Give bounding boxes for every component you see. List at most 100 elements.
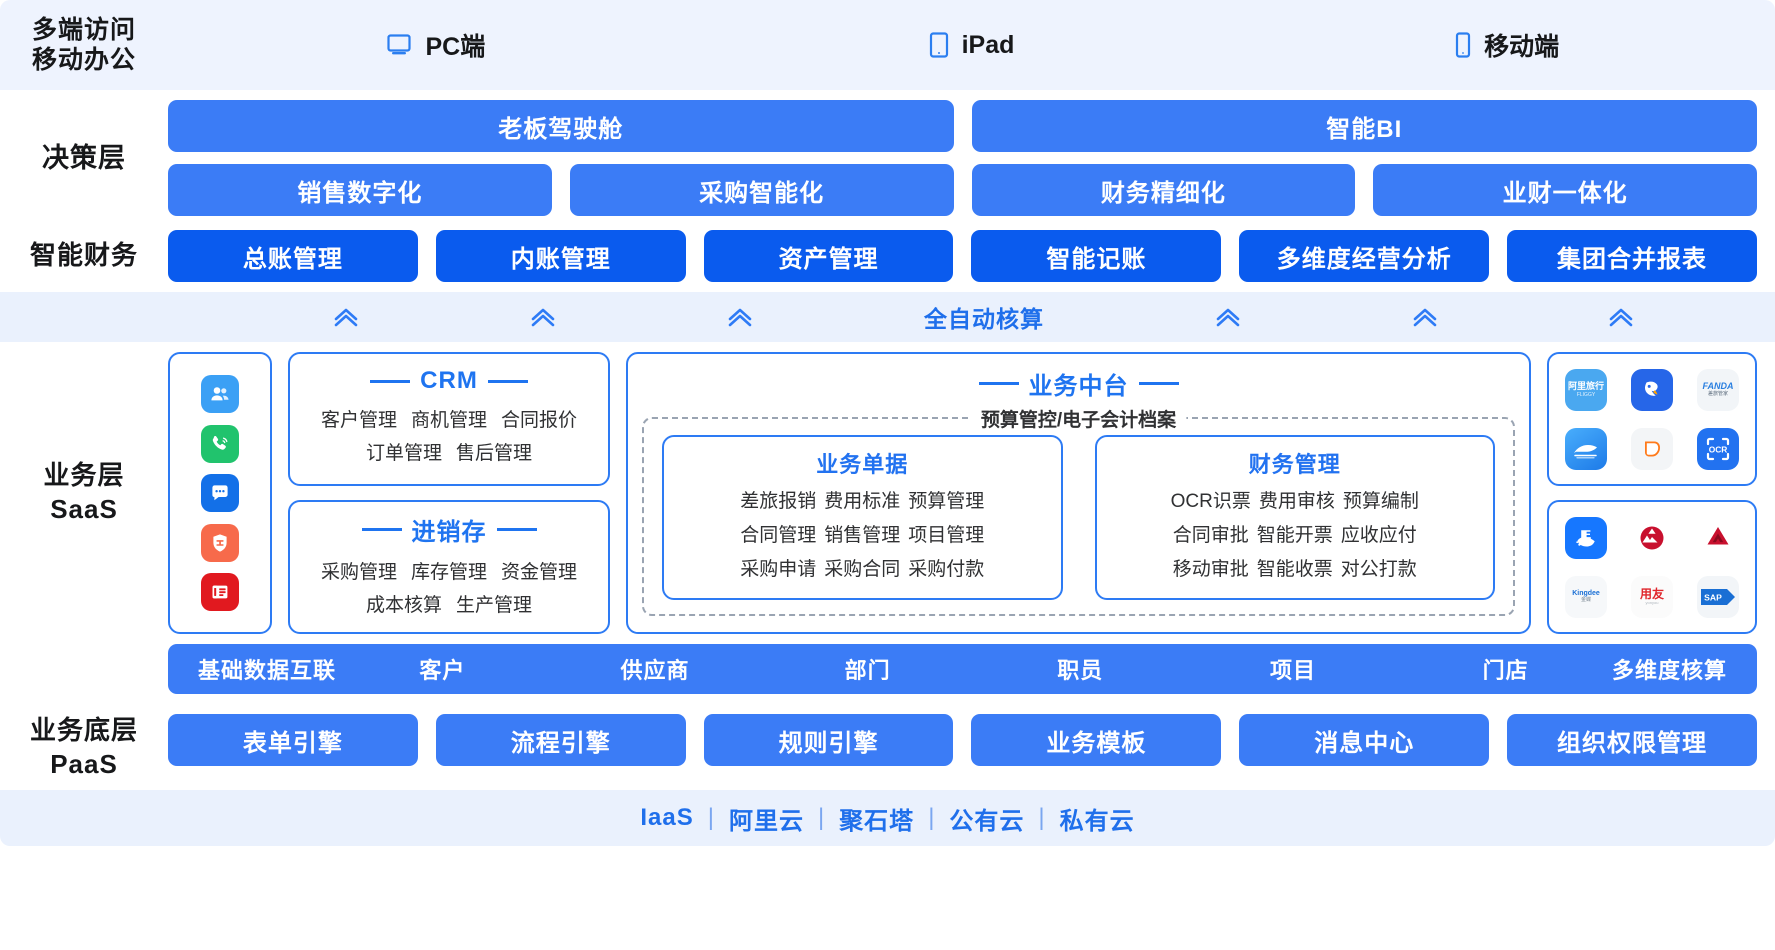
module-item[interactable]: 订单管理 [366, 443, 442, 464]
base-data-item-store[interactable]: 门店 [1399, 653, 1612, 685]
module-line: 成本核算 生产管理 [359, 590, 539, 623]
base-data-item-customer[interactable]: 客户 [336, 653, 549, 685]
shield-work-icon[interactable] [201, 523, 239, 562]
base-data-item-project[interactable]: 项目 [1187, 653, 1400, 685]
paas-card-message-center[interactable]: 消息中心 [1239, 714, 1490, 767]
finance-card-smart-bookkeeping[interactable]: 智能记账 [971, 230, 1222, 282]
iaas-item-private-cloud[interactable]: 私有云 [1060, 801, 1135, 836]
module-item[interactable]: 商机管理 [411, 410, 487, 431]
subcard-line: 采购申请 采购合同 采购付款 [736, 553, 988, 587]
subcard-item[interactable]: 销售管理 [824, 525, 900, 546]
chevron-up-icon [1412, 306, 1438, 328]
subcard-item[interactable]: 智能开票 [1257, 525, 1333, 546]
subcard-item[interactable]: 采购付款 [908, 559, 984, 580]
decision-card-business-finance-integration[interactable]: 业财一体化 [1373, 164, 1757, 216]
device-item-mobile[interactable]: 移动端 [1239, 27, 1775, 63]
iaas-item-public-cloud[interactable]: 公有云 [949, 801, 1024, 836]
footer-separator: | [1038, 804, 1046, 832]
decision-card-smart-bi[interactable]: 智能BI [971, 100, 1757, 152]
budget-archive-caption: 预算管控/电子会计档案 [970, 405, 1187, 432]
module-item[interactable]: 库存管理 [411, 562, 487, 583]
ctrip-logo[interactable] [1631, 368, 1673, 411]
alitrip-logo-text: 阿里旅行 [1567, 380, 1604, 391]
iaas-item-jushita[interactable]: 聚石塔 [839, 801, 914, 836]
ocr-logo[interactable]: OCR [1697, 427, 1739, 470]
base-data-item-multidim-accounting[interactable]: 多维度核算 [1612, 653, 1727, 685]
module-item[interactable]: 客户管理 [321, 410, 397, 431]
paas-layer-label-line1: 业务底层 [29, 715, 138, 746]
didi-logo[interactable] [1631, 427, 1673, 470]
train-ticket-logo[interactable] [1565, 427, 1607, 470]
subcard-item[interactable]: 采购合同 [824, 559, 900, 580]
paas-card-business-template[interactable]: 业务模板 [971, 714, 1222, 767]
subcard-line: 移动审批 智能收票 对公打款 [1169, 553, 1421, 587]
module-item[interactable]: 合同报价 [501, 410, 577, 431]
alitrip-logo[interactable]: 阿里旅行 FLIGGY [1565, 368, 1607, 411]
business-layer-body: CRM 客户管理 商机管理 合同报价 订单管理 售后管理 进销存 采购管理 库存… [168, 352, 1775, 635]
subcard-business-documents[interactable]: 业务单据 差旅报销 费用标准 预算管理 合同管理 销售管理 项目管理 采购申请 采购合同采… [662, 435, 1063, 601]
yonyou-logo-text: 用友 [1639, 587, 1664, 602]
subcard-item[interactable]: 移动审批 [1173, 559, 1249, 580]
chat-message-icon[interactable] [201, 474, 239, 513]
yonyou-logo[interactable]: 用友 yonyou [1631, 575, 1673, 618]
module-item[interactable]: 售后管理 [456, 443, 532, 464]
chevron-up-icon [727, 306, 753, 328]
subcard-item[interactable]: 差旅报销 [740, 491, 816, 512]
smart-finance-grid: 总账管理 内账管理 资产管理 智能记账 多维度经营分析 集团合并报表 [168, 230, 1775, 282]
auto-accounting-label: 全自动核算 [923, 306, 1044, 332]
module-item[interactable]: 采购管理 [321, 562, 397, 583]
module-card-inventory[interactable]: 进销存 采购管理 库存管理 资金管理 成本核算 生产管理 [288, 500, 610, 635]
decision-card-finance-refined[interactable]: 财务精细化 [971, 164, 1356, 216]
module-title-inventory: 进销存 [361, 512, 537, 547]
subcard-item[interactable]: 采购申请 [740, 559, 816, 580]
subcard-financial-management[interactable]: 财务管理 OCR识票 费用审核 预算编制 合同审批 智能开票 应收应付 移动审批 智能收票… [1094, 435, 1495, 601]
module-card-crm[interactable]: CRM 客户管理 商机管理 合同报价 订单管理 售后管理 [288, 352, 610, 487]
module-item[interactable]: 生产管理 [456, 595, 532, 616]
decision-bottom-row: 销售数字化 采购智能化 财务精细化 业财一体化 [168, 164, 1757, 216]
paas-card-org-permission[interactable]: 组织权限管理 [1507, 714, 1757, 767]
alipay-logo[interactable] [1565, 516, 1607, 559]
footer-separator: | [817, 804, 826, 832]
subcard-item[interactable]: 对公打款 [1341, 559, 1417, 580]
subcard-item[interactable]: 预算编制 [1343, 491, 1419, 512]
base-data-row: 基础数据互联 客户 供应商 部门 职员 项目 门店 多维度核算 [0, 638, 1775, 705]
finance-card-internal-ledger[interactable]: 内账管理 [435, 230, 686, 282]
subcard-item[interactable]: 应收应付 [1341, 525, 1417, 546]
document-list-icon[interactable] [201, 573, 239, 612]
subcard-item[interactable]: 费用审核 [1259, 491, 1335, 512]
decision-card-sales-digital[interactable]: 销售数字化 [168, 164, 552, 216]
module-item[interactable]: 资金管理 [501, 562, 577, 583]
device-item-pc[interactable]: PC端 [168, 27, 704, 63]
paas-card-form-engine[interactable]: 表单引擎 [168, 714, 418, 767]
iaas-item-aliyun[interactable]: 阿里云 [729, 801, 804, 836]
paas-card-rule-engine[interactable]: 规则引擎 [703, 714, 954, 767]
kingdee-logo[interactable]: Kingdee 金蝶 [1565, 575, 1607, 618]
contacts-icon[interactable] [201, 375, 239, 414]
finance-card-asset-management[interactable]: 资产管理 [703, 230, 954, 282]
finance-card-general-ledger[interactable]: 总账管理 [168, 230, 418, 282]
phone-call-icon[interactable] [201, 424, 239, 463]
base-data-title: 基础数据互联 [198, 658, 337, 684]
paas-card-process-engine[interactable]: 流程引擎 [435, 714, 686, 767]
base-data-item-supplier[interactable]: 供应商 [549, 653, 762, 685]
subcard-item[interactable]: 合同管理 [740, 525, 816, 546]
device-item-ipad[interactable]: iPad [704, 31, 1240, 60]
decision-card-boss-cockpit[interactable]: 老板驾驶舱 [168, 100, 954, 152]
sap-logo[interactable]: SAP [1697, 575, 1739, 618]
finance-card-multidim-analysis[interactable]: 多维度经营分析 [1239, 230, 1490, 282]
base-data-item-employee[interactable]: 职员 [974, 653, 1187, 685]
subcard-item[interactable]: 合同审批 [1173, 525, 1249, 546]
base-data-item-department[interactable]: 部门 [761, 653, 974, 685]
subcard-item[interactable]: 预算管理 [908, 491, 984, 512]
title-dash-right [487, 379, 528, 383]
subcard-item[interactable]: 智能收票 [1257, 559, 1333, 580]
subcard-item[interactable]: OCR识票 [1171, 491, 1251, 512]
subcard-item[interactable]: 项目管理 [908, 525, 984, 546]
subcard-item[interactable]: 费用标准 [824, 491, 900, 512]
cmbc-bank-logo[interactable] [1697, 516, 1739, 559]
decision-card-procurement-smart[interactable]: 采购智能化 [569, 164, 954, 216]
module-item[interactable]: 成本核算 [366, 595, 442, 616]
finance-card-group-consolidation[interactable]: 集团合并报表 [1507, 230, 1757, 282]
cmb-bank-logo[interactable] [1631, 516, 1673, 559]
panda-travel-logo[interactable]: FANDA 差旅管家 [1697, 368, 1739, 411]
